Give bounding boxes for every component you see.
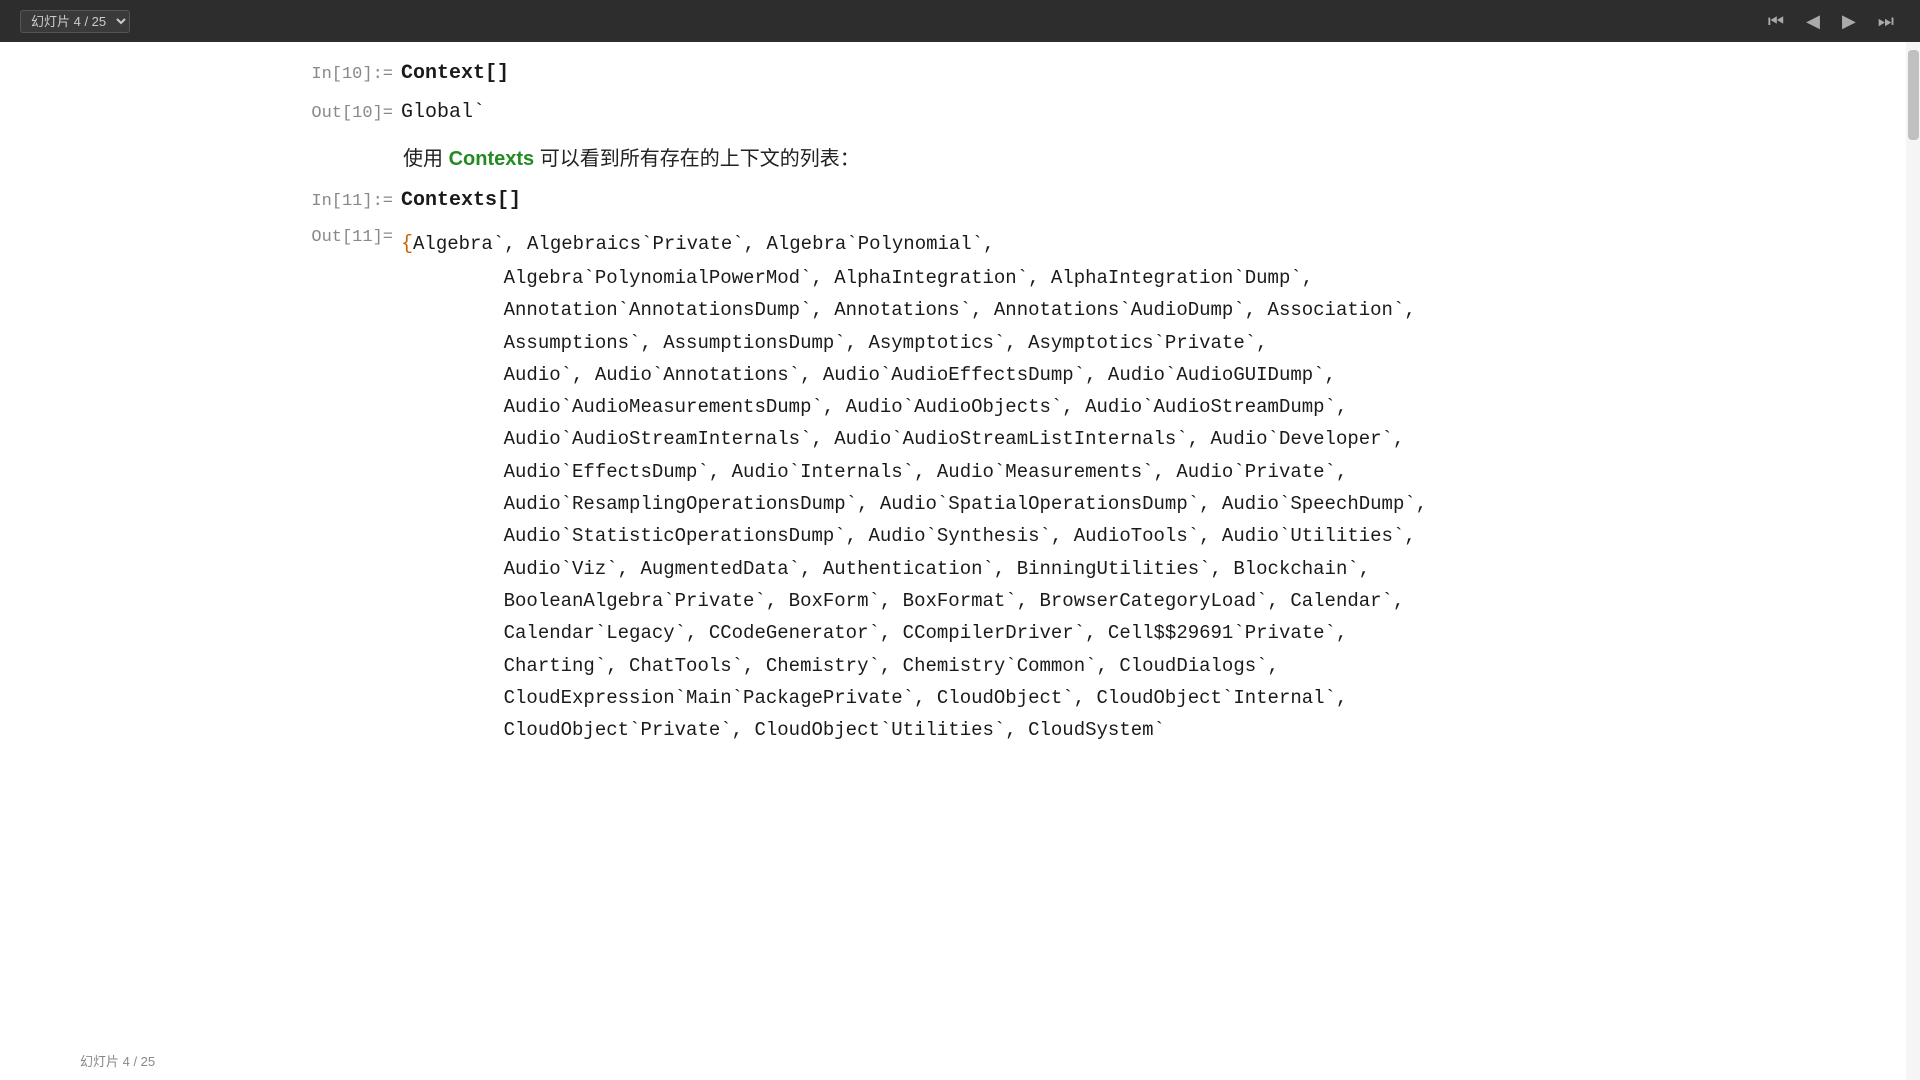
- cell-out10-label: Out[10]=: [283, 104, 393, 123]
- cell-out10-value: Global`: [401, 101, 485, 124]
- top-bar: 幻灯片 4 / 25 ⏮ ◀ ▶ ⏭: [0, 0, 1920, 42]
- description-suffix: 可以看到所有存在的上下文的列表：: [534, 148, 860, 170]
- cell-in10: In[10]:= Context[]: [283, 62, 1643, 85]
- nav-prev-button[interactable]: ◀: [1800, 10, 1826, 32]
- cell-in10-code: Context[]: [401, 62, 509, 85]
- nav-next-button[interactable]: ▶: [1836, 10, 1862, 32]
- description-prefix: 使用: [403, 148, 449, 170]
- cell-out10: Out[10]= Global`: [283, 101, 1643, 124]
- cell-in11: In[11]:= Contexts[]: [283, 189, 1643, 212]
- cell-out11-label: Out[11]=: [283, 228, 393, 247]
- cell-in11-label: In[11]:=: [283, 192, 393, 211]
- open-brace: {: [401, 233, 413, 256]
- cell-out11: Out[11]= {Algebra`, Algebraics`Private`,…: [283, 228, 1643, 746]
- slide-selector[interactable]: 幻灯片 4 / 25: [20, 10, 130, 33]
- nav-controls: ⏮ ◀ ▶ ⏭: [1762, 10, 1900, 32]
- nav-first-button[interactable]: ⏮: [1762, 10, 1790, 32]
- slide-info: 幻灯片 4 / 25: [20, 10, 130, 33]
- page-label: 幻灯片 4 / 25: [80, 1051, 155, 1070]
- description-line: 使用 Contexts 可以看到所有存在的上下文的列表：: [403, 142, 1643, 171]
- scrollbar-thumb[interactable]: [1908, 50, 1919, 140]
- description-keyword: Contexts: [449, 148, 535, 170]
- nav-last-button[interactable]: ⏭: [1872, 10, 1900, 32]
- notebook-content: In[10]:= Context[] Out[10]= Global` 使用 C…: [263, 42, 1643, 1080]
- cell-out11-content: {Algebra`, Algebraics`Private`, Algebra`…: [401, 228, 1427, 746]
- cell-in10-label: In[10]:=: [283, 65, 393, 84]
- cell-in11-code: Contexts[]: [401, 189, 521, 212]
